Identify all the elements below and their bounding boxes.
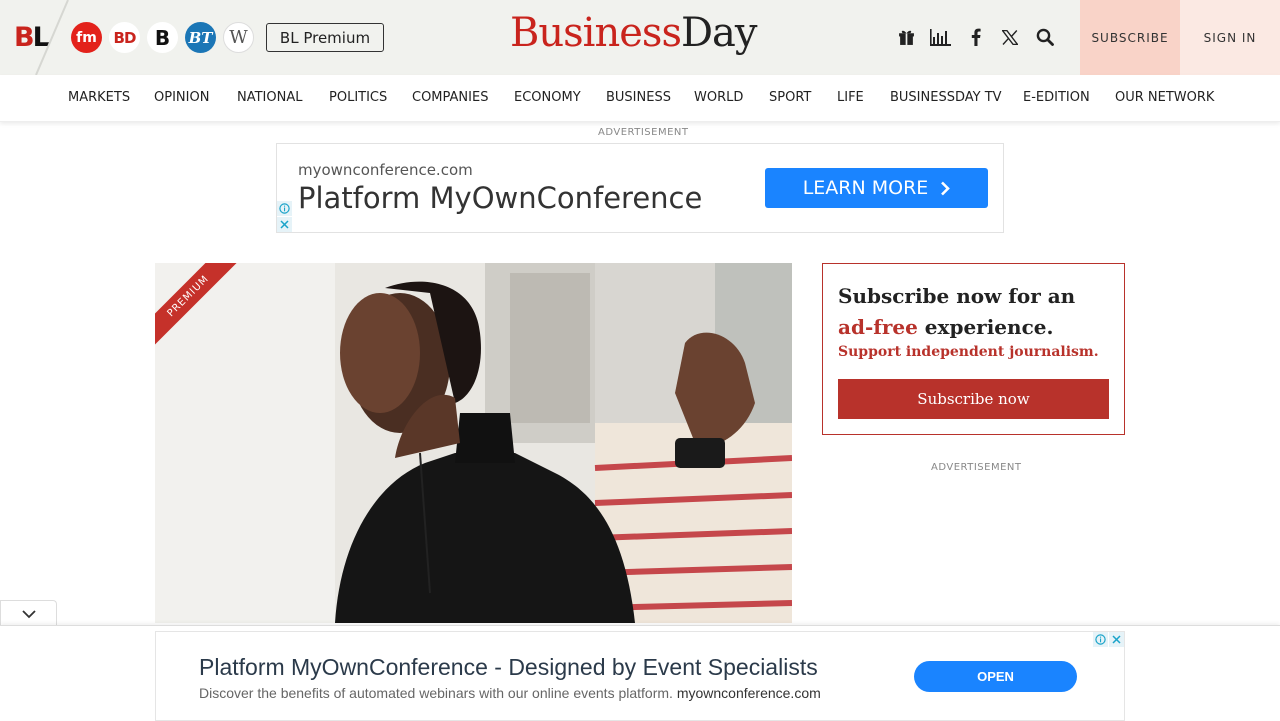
bottom-ad-headline: Platform MyOwnConference - Designed by E… [199, 654, 818, 680]
x-icon[interactable] [1000, 27, 1020, 47]
chevron-down-icon [21, 609, 36, 618]
nav-politics[interactable]: POLITICS [329, 90, 387, 105]
sign-in-button[interactable]: SIGN IN [1180, 0, 1280, 75]
subscribe-button[interactable]: SUBSCRIBE [1080, 0, 1180, 75]
subscribe-promo-box: Subscribe now for an ad-free experience.… [822, 263, 1125, 435]
advertisement-label: ADVERTISEMENT [598, 127, 689, 138]
ad-headline: Platform MyOwnConference [298, 181, 703, 215]
nav-companies[interactable]: COMPANIES [412, 90, 488, 105]
ad-domain: myownconference.com [298, 161, 473, 179]
main-nav: MARKETS OPINION NATIONAL POLITICS COMPAN… [0, 75, 1280, 122]
business-day-logo[interactable]: BD [109, 22, 140, 53]
promo-title-part2: experience. [917, 315, 1054, 339]
nav-businessday-tv[interactable]: BUSINESSDAY TV [890, 90, 1002, 105]
bottom-adchoices-icon[interactable] [1093, 632, 1108, 647]
subscribe-promo-title: Subscribe now for an ad-free experience. [838, 281, 1113, 343]
subscribe-now-button[interactable]: Subscribe now [838, 379, 1109, 419]
bottom-ad-desc-text: Discover the benefits of automated webin… [199, 685, 673, 701]
article-hero-image[interactable]: PREMIUM [155, 263, 792, 623]
promo-title-ad-free: ad-free [838, 315, 918, 339]
hero-photo [155, 263, 792, 623]
financial-mail-logo[interactable]: fm [71, 22, 102, 53]
bottom-banner-ad[interactable]: Platform MyOwnConference - Designed by E… [155, 631, 1125, 721]
businessday-masthead[interactable]: BusinessDay [510, 10, 758, 56]
adchoices-icon[interactable] [277, 201, 292, 216]
business-logo[interactable]: B [147, 22, 178, 53]
promo-title-part1: Subscribe now for an [838, 284, 1076, 308]
nav-life[interactable]: LIFE [837, 90, 864, 105]
learn-more-label: LEARN MORE [802, 177, 929, 199]
nav-markets[interactable]: MARKETS [68, 90, 130, 105]
gift-icon[interactable] [896, 27, 916, 47]
nav-opinion[interactable]: OPINION [154, 90, 209, 105]
bottom-ad-domain: myownconference.com [676, 685, 821, 701]
chart-icon[interactable] [929, 27, 951, 47]
bl-premium-button[interactable]: BL Premium [266, 23, 384, 52]
business-times-logo[interactable]: BT [185, 22, 216, 53]
learn-more-button[interactable]: LEARN MORE [765, 168, 988, 208]
masthead-business: Business [510, 10, 682, 56]
nav-national[interactable]: NATIONAL [237, 90, 302, 105]
bottom-close-ad-icon[interactable] [1109, 632, 1124, 647]
wanted-logo[interactable]: W [223, 22, 254, 53]
nav-sport[interactable]: SPORT [769, 90, 811, 105]
search-icon[interactable] [1035, 27, 1055, 47]
top-banner-ad[interactable]: myownconference.com Platform MyOwnConfer… [276, 143, 1004, 233]
bottom-ad-description: Discover the benefits of automated webin… [199, 685, 821, 701]
chevron-right-icon [941, 181, 951, 195]
top-header: BL fm BD B BT W BL Premium BusinessDay S… [0, 0, 1280, 75]
sidebar-advertisement-label: ADVERTISEMENT [931, 462, 1022, 473]
nav-economy[interactable]: ECONOMY [514, 90, 581, 105]
header-divider [35, 0, 69, 75]
open-button[interactable]: OPEN [914, 661, 1077, 692]
nav-business[interactable]: BUSINESS [606, 90, 671, 105]
sticky-bottom-ad-bar: Platform MyOwnConference - Designed by E… [0, 625, 1280, 721]
nav-world[interactable]: WORLD [694, 90, 743, 105]
collapse-ad-button[interactable] [0, 600, 57, 626]
nav-our-network[interactable]: OUR NETWORK [1115, 90, 1214, 105]
close-ad-icon[interactable] [277, 217, 292, 232]
support-journalism-text: Support independent journalism. [838, 344, 1099, 360]
masthead-day: Day [680, 10, 758, 56]
facebook-icon[interactable] [966, 27, 986, 47]
nav-e-edition[interactable]: E-EDITION [1023, 90, 1090, 105]
